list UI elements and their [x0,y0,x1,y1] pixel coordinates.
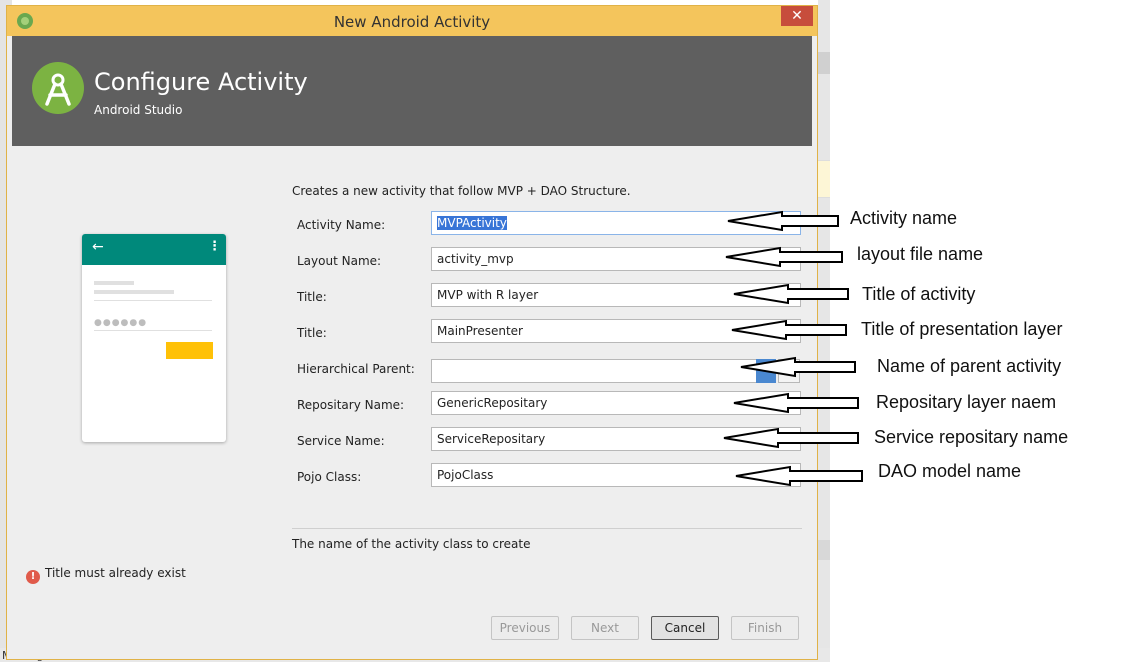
annotation-arrow-activity-name [727,210,839,232]
annotation-parent: Name of parent activity [877,356,1062,376]
annotation-service: Service repositary name [874,427,1069,447]
annotation-presenter-title: Title of presentation layer [861,319,1063,339]
annotation-arrow-title [733,283,849,305]
annotation-layout-name: layout file name [857,244,984,264]
annotation-arrow-parent [740,356,856,378]
annotation-arrow-service [723,427,859,449]
annotation-title: Title of activity [862,284,976,304]
annotation-pojo: DAO model name [878,461,1022,481]
annotation-arrow-layout-name [725,246,843,268]
annotation-arrow-pojo [735,465,863,487]
annotation-activity-name: Activity name [850,208,958,228]
annotation-arrow-repositary [733,392,859,414]
annotation-arrow-presenter-title [731,319,847,341]
annotation-repositary: Repositary layer naem [876,392,1057,412]
